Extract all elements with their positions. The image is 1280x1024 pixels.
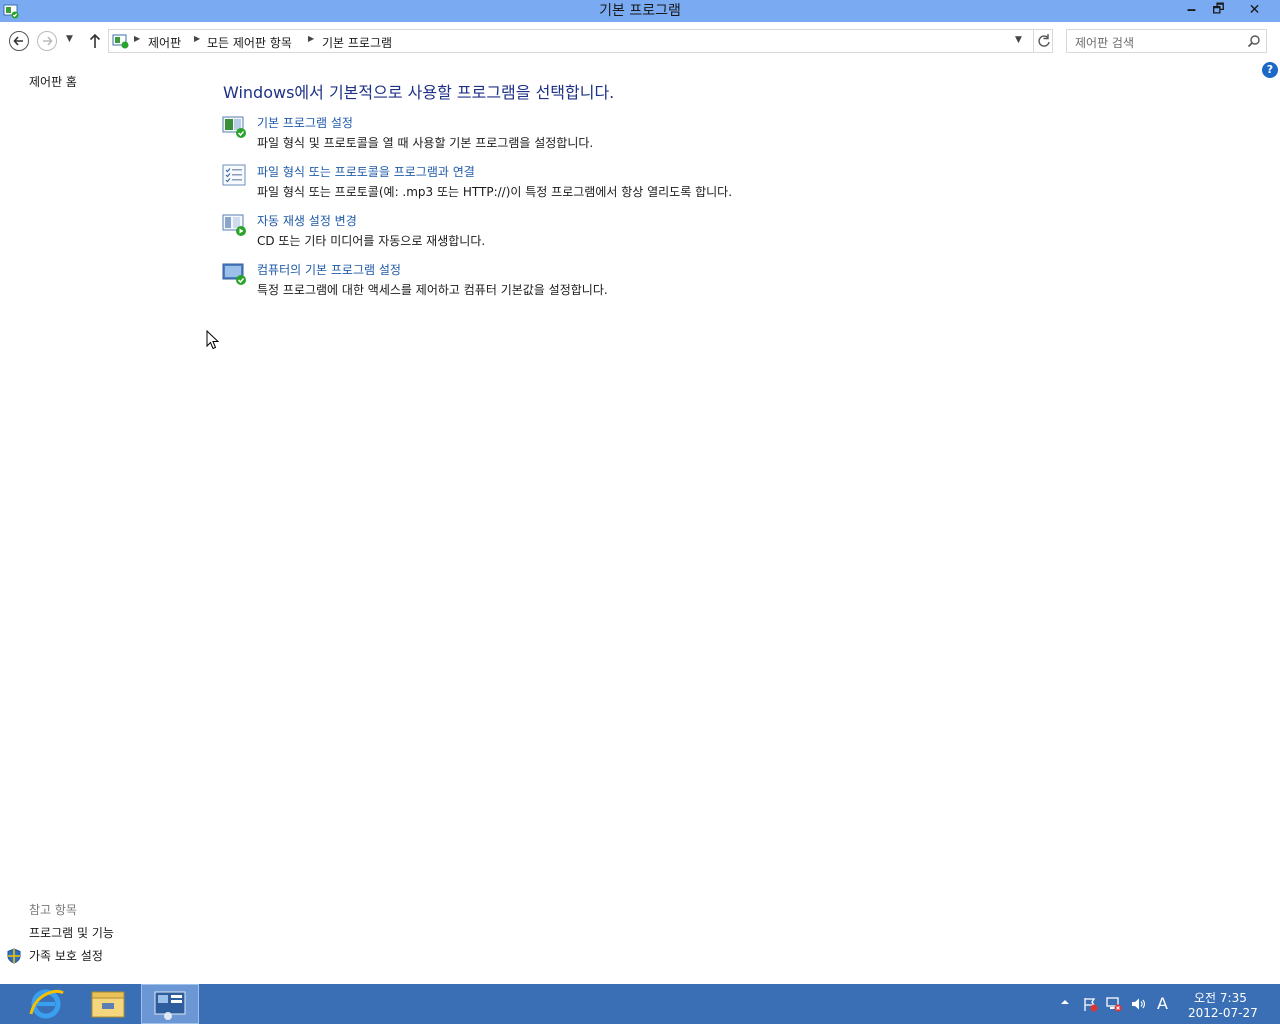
control-panel-home-link[interactable]: 제어판 홈 — [29, 73, 77, 90]
see-also-heading: 참고 항목 — [29, 903, 77, 917]
window-title: 기본 프로그램 — [599, 3, 681, 19]
search-icon[interactable] — [1247, 34, 1261, 48]
associate-file-type-link[interactable]: 파일 형식 또는 프로토콜을 프로그램과 연결 — [257, 163, 475, 180]
breadcrumb-separator-icon[interactable]: ▶ — [308, 34, 314, 43]
programs-and-features-link[interactable]: 프로그램 및 기능 — [29, 924, 114, 941]
mouse-cursor-icon — [206, 330, 220, 350]
taskbar: A 오전 7:35 2012-07-27 — [0, 984, 1280, 1024]
up-arrow-icon[interactable] — [87, 31, 103, 51]
program-access-icon — [222, 263, 246, 285]
help-icon[interactable]: ? — [1262, 62, 1278, 78]
task-description: 특정 프로그램에 대한 액세스를 제어하고 컴퓨터 기본값을 설정합니다. — [257, 283, 608, 297]
taskbar-file-explorer[interactable] — [79, 984, 137, 1024]
breadcrumb-all-items[interactable]: 모든 제어판 항목 — [207, 34, 292, 51]
default-programs-icon — [222, 116, 246, 138]
restore-button[interactable]: 🗗 — [1205, 0, 1232, 22]
clock-date[interactable]: 2012-07-27 — [1188, 1006, 1258, 1020]
shield-icon — [7, 948, 21, 964]
navigation-bar: ▼ ▶ 제어판 ▶ 모든 제어판 항목 ▶ 기본 프로그램 ▼ 제어판 검색 — [0, 26, 1280, 56]
recent-locations-dropdown[interactable]: ▼ — [66, 34, 73, 44]
search-placeholder: 제어판 검색 — [1075, 36, 1135, 50]
close-button[interactable]: ✕ — [1232, 0, 1277, 22]
task-description: 파일 형식 또는 프로토콜(예: .mp3 또는 HTTP://)이 특정 프로… — [257, 185, 733, 199]
search-box[interactable]: 제어판 검색 — [1066, 29, 1267, 53]
clock-time[interactable]: 오전 7:35 — [1194, 989, 1247, 1006]
forward-button[interactable] — [37, 31, 57, 51]
breadcrumb-separator-icon[interactable]: ▶ — [194, 34, 200, 43]
minimize-button[interactable]: 🗕 — [1178, 0, 1205, 22]
breadcrumb-default-programs[interactable]: 기본 프로그램 — [322, 34, 392, 51]
breadcrumb-separator-icon[interactable]: ▶ — [134, 34, 140, 43]
address-dropdown-icon[interactable]: ▼ — [1015, 35, 1022, 45]
forward-arrow-icon — [43, 36, 53, 46]
set-default-programs-link[interactable]: 기본 프로그램 설정 — [257, 114, 353, 131]
family-safety-link[interactable]: 가족 보호 설정 — [29, 947, 103, 964]
back-button[interactable] — [9, 31, 29, 51]
file-association-icon — [222, 164, 246, 186]
taskbar-internet-explorer[interactable] — [17, 984, 75, 1024]
taskbar-control-panel[interactable] — [141, 984, 199, 1024]
speaker-icon[interactable] — [1130, 996, 1146, 1012]
page-title: Windows에서 기본적으로 사용할 프로그램을 선택합니다. — [223, 83, 615, 102]
control-panel-icon — [154, 991, 186, 1020]
show-hidden-icons-icon[interactable] — [1060, 997, 1070, 1007]
change-autoplay-settings-link[interactable]: 자동 재생 설정 변경 — [257, 212, 357, 229]
control-panel-icon — [112, 34, 129, 49]
task-description: CD 또는 기타 미디어를 자동으로 재생합니다. — [257, 234, 486, 248]
title-bar: 기본 프로그램 🗕 🗗 ✕ — [0, 0, 1280, 22]
internet-explorer-icon — [29, 989, 64, 1019]
network-disconnected-icon[interactable] — [1106, 996, 1122, 1012]
task-item: 자동 재생 설정 변경 CD 또는 기타 미디어를 자동으로 재생합니다. — [222, 212, 822, 252]
task-description: 파일 형식 및 프로토콜을 열 때 사용할 기본 프로그램을 설정합니다. — [257, 136, 594, 150]
address-bar[interactable]: ▶ 제어판 ▶ 모든 제어판 항목 ▶ 기본 프로그램 ▼ — [108, 29, 1053, 53]
back-arrow-icon — [13, 36, 23, 46]
autoplay-icon — [222, 214, 246, 236]
set-program-access-link[interactable]: 컴퓨터의 기본 프로그램 설정 — [257, 261, 401, 278]
task-item: 컴퓨터의 기본 프로그램 설정 특정 프로그램에 대한 액세스를 제어하고 컴퓨… — [222, 261, 822, 301]
refresh-button[interactable] — [1033, 30, 1053, 52]
task-item: 파일 형식 또는 프로토콜을 프로그램과 연결 파일 형식 또는 프로토콜(예:… — [222, 163, 822, 203]
refresh-icon — [1038, 34, 1050, 47]
input-method-indicator[interactable]: A — [1157, 994, 1168, 1013]
task-item: 기본 프로그램 설정 파일 형식 및 프로토콜을 열 때 사용할 기본 프로그램… — [222, 114, 822, 154]
action-center-flag-icon[interactable] — [1082, 996, 1098, 1012]
folder-icon — [91, 991, 125, 1018]
breadcrumb-control-panel[interactable]: 제어판 — [148, 34, 181, 51]
